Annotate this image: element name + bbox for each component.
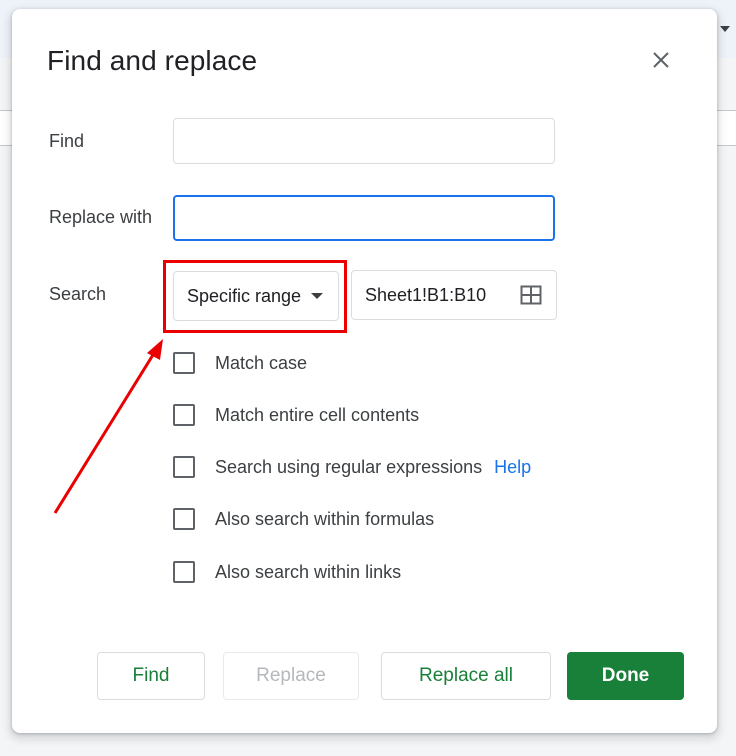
option-match-case[interactable]: Match case	[173, 348, 307, 378]
search-label: Search	[49, 284, 107, 304]
find-replace-dialog: Find and replace Find Replace with Searc…	[12, 9, 717, 733]
regex-checkbox[interactable]	[173, 456, 195, 478]
option-label: Also search within formulas	[215, 508, 435, 529]
grid-select-icon[interactable]	[520, 285, 542, 310]
background-cell	[716, 110, 736, 146]
close-button[interactable]	[646, 45, 676, 75]
replace-all-button[interactable]: Replace all	[381, 652, 551, 700]
help-link[interactable]: Help	[494, 457, 531, 478]
dropdown-arrow-icon	[311, 293, 324, 299]
replace-label: Replace with	[49, 207, 153, 227]
done-button[interactable]: Done	[567, 652, 684, 700]
replace-button[interactable]: Replace	[223, 652, 359, 700]
match-entire-cell-checkbox[interactable]	[173, 404, 195, 426]
range-field[interactable]: Sheet1!B1:B10	[351, 270, 557, 320]
replace-input[interactable]	[173, 195, 555, 241]
search-scope-value: Specific range	[187, 285, 302, 306]
match-case-checkbox[interactable]	[173, 352, 195, 374]
hover-halo	[161, 550, 217, 606]
option-label: Also search within links	[215, 561, 402, 582]
find-label: Find	[49, 131, 85, 151]
within-formulas-checkbox[interactable]	[173, 508, 195, 530]
find-button[interactable]: Find	[97, 652, 205, 700]
option-regex[interactable]: Search using regular expressions Help	[173, 452, 531, 482]
find-input[interactable]	[173, 118, 555, 164]
dialog-title: Find and replace	[47, 45, 258, 76]
option-within-formulas[interactable]: Also search within formulas	[173, 504, 434, 534]
range-value: Sheet1!B1:B10	[365, 284, 487, 305]
chevron-down-icon	[720, 26, 730, 32]
option-label: Match entire cell contents	[215, 404, 420, 425]
option-label: Search using regular expressions	[215, 456, 483, 477]
within-links-checkbox[interactable]	[161, 550, 217, 606]
option-within-links[interactable]: Also search within links	[161, 550, 402, 606]
search-scope-dropdown[interactable]: Specific range	[173, 271, 339, 321]
close-icon	[653, 52, 669, 68]
option-match-entire-cell[interactable]: Match entire cell contents	[173, 400, 419, 430]
option-label: Match case	[215, 352, 308, 373]
